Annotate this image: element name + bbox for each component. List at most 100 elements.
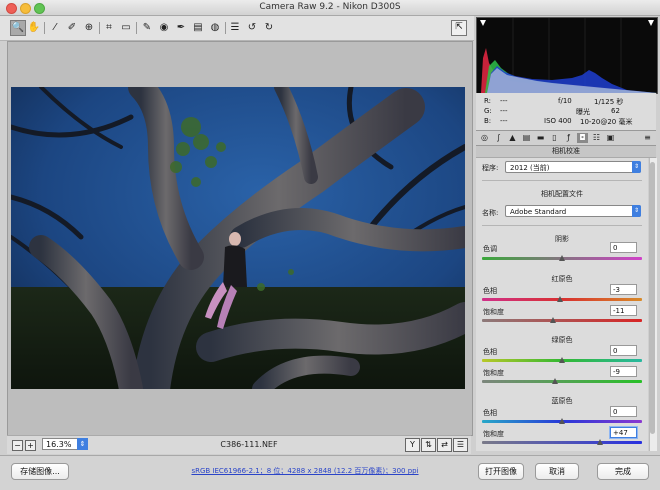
lens-value: 10-20@20 毫米 bbox=[580, 118, 633, 126]
process-label: 程序: bbox=[482, 164, 499, 172]
red-eye-tool-icon[interactable]: ◉ bbox=[157, 21, 171, 35]
profile-select[interactable]: Adobe Standard bbox=[505, 205, 641, 217]
toggle-view-icon[interactable]: ☰ bbox=[453, 438, 468, 452]
adjustment-brush-tool-icon[interactable]: ✒ bbox=[174, 21, 188, 35]
green-hue-label: 色相 bbox=[483, 348, 497, 356]
graduated-filter-tool-icon[interactable]: ▤ bbox=[191, 21, 205, 35]
red-label: R: bbox=[484, 97, 492, 105]
tree-photo-image bbox=[11, 87, 465, 389]
profile-dropdown-icon[interactable]: ⇕ bbox=[632, 205, 641, 217]
photo-preview[interactable] bbox=[11, 87, 465, 389]
red-saturation-value[interactable]: -11 bbox=[610, 305, 637, 316]
open-image-button[interactable]: 打开图像 bbox=[478, 463, 524, 480]
zoom-out-button[interactable]: − bbox=[12, 440, 23, 451]
toolbar-separator bbox=[225, 22, 226, 34]
file-name: C386-111.NEF bbox=[220, 440, 278, 449]
hand-tool-icon[interactable]: ✋ bbox=[27, 21, 41, 35]
exposure-label: 曝光 bbox=[576, 108, 590, 116]
snapshots-tab-icon[interactable]: ▣ bbox=[605, 133, 616, 143]
zoom-dropdown-icon[interactable]: ⇕ bbox=[77, 438, 88, 450]
green-value: --- bbox=[500, 107, 508, 115]
toolbar-separator bbox=[44, 22, 45, 34]
swap-settings-icon[interactable]: ⇄ bbox=[437, 438, 452, 452]
blue-saturation-slider-thumb[interactable] bbox=[596, 439, 603, 445]
basic-tab-icon[interactable]: ◎ bbox=[479, 133, 490, 143]
process-dropdown-icon[interactable]: ⇕ bbox=[632, 161, 641, 173]
name-label: 名称: bbox=[482, 209, 499, 217]
divider bbox=[482, 225, 642, 226]
blue-saturation-value[interactable]: +47 bbox=[610, 427, 637, 438]
shadows-tint-label: 色调 bbox=[483, 245, 497, 253]
red-value: --- bbox=[500, 97, 508, 105]
preferences-tool-icon[interactable]: ☰ bbox=[228, 21, 242, 35]
preview-status-bar: − + 16.3% ⇕ C386-111.NEF Y ⇅ ⇄ ☰ bbox=[7, 435, 471, 454]
split-toning-tab-icon[interactable]: ▬ bbox=[535, 133, 546, 143]
camera-calibration-tab-icon[interactable]: ◘ bbox=[577, 133, 588, 143]
divider bbox=[482, 180, 642, 181]
detail-tab-icon[interactable]: ▲ bbox=[507, 133, 518, 143]
histogram-graph bbox=[480, 18, 657, 93]
cancel-button[interactable]: 取消 bbox=[535, 463, 579, 480]
white-balance-tool-icon[interactable]: ⁄ bbox=[48, 21, 62, 35]
panel-tabs: ◎ ∫ ▲ ▤ ▬ ▯ ƒ ◘ ☷ ▣ ≡ bbox=[476, 131, 656, 146]
red-saturation-label: 饱和度 bbox=[483, 308, 504, 316]
red-hue-label: 色相 bbox=[483, 287, 497, 295]
red-saturation-slider[interactable] bbox=[482, 319, 642, 322]
presets-tab-icon[interactable]: ☷ bbox=[591, 133, 602, 143]
toolbar-separator bbox=[99, 22, 100, 34]
shadows-tint-slider-thumb[interactable] bbox=[559, 255, 565, 261]
green-hue-value[interactable]: 0 bbox=[610, 345, 637, 356]
blue-saturation-label: 饱和度 bbox=[483, 430, 504, 438]
green-hue-slider-thumb[interactable] bbox=[559, 357, 565, 363]
exposure-value: 62 bbox=[611, 107, 620, 115]
bottom-bar: 存储图像... sRGB IEC61966-2.1；8 位；4288 x 284… bbox=[0, 455, 660, 490]
panel-menu-icon[interactable]: ≡ bbox=[642, 133, 653, 143]
effects-tab-icon[interactable]: ƒ bbox=[563, 133, 574, 143]
before-after-icon[interactable]: ⇅ bbox=[421, 438, 436, 452]
shutter-value: 1/125 秒 bbox=[594, 98, 624, 106]
straighten-tool-icon[interactable]: ▭ bbox=[119, 21, 133, 35]
histogram bbox=[476, 17, 658, 94]
blue-hue-value[interactable]: 0 bbox=[610, 406, 637, 417]
blue-value: --- bbox=[500, 117, 508, 125]
hsl-tab-icon[interactable]: ▤ bbox=[521, 133, 532, 143]
green-saturation-slider[interactable] bbox=[482, 380, 642, 383]
blue-hue-label: 色相 bbox=[483, 409, 497, 417]
blue-saturation-slider[interactable] bbox=[482, 441, 642, 444]
zoom-in-button[interactable]: + bbox=[25, 440, 36, 451]
color-sampler-tool-icon[interactable]: ✐ bbox=[65, 21, 79, 35]
radial-filter-tool-icon[interactable]: ◍ bbox=[208, 21, 222, 35]
red-hue-value[interactable]: -3 bbox=[610, 284, 637, 295]
shadows-tint-value[interactable]: 0 bbox=[610, 242, 637, 253]
iso-value: ISO 400 bbox=[544, 117, 572, 125]
red-primary-section-title: 红原色 bbox=[551, 275, 573, 283]
green-saturation-slider-thumb[interactable] bbox=[551, 378, 558, 384]
process-select[interactable]: 2012 (当前) bbox=[505, 161, 641, 173]
filter-icon[interactable]: Y bbox=[405, 438, 420, 452]
done-button[interactable]: 完成 bbox=[597, 463, 649, 480]
green-saturation-value[interactable]: -9 bbox=[610, 366, 637, 377]
panel-title: 相机校准 bbox=[476, 146, 656, 158]
fullscreen-toggle-icon[interactable]: ⇱ bbox=[451, 20, 467, 36]
lens-corrections-tab-icon[interactable]: ▯ bbox=[549, 133, 560, 143]
red-saturation-slider-thumb[interactable] bbox=[550, 317, 557, 323]
green-saturation-label: 饱和度 bbox=[483, 369, 504, 377]
rotate-ccw-icon[interactable]: ↺ bbox=[245, 21, 259, 35]
red-hue-slider-thumb[interactable] bbox=[556, 296, 563, 302]
title-bar: Camera Raw 9.2 - Nikon D300S bbox=[0, 0, 660, 16]
spot-removal-tool-icon[interactable]: ✎ bbox=[140, 21, 154, 35]
green-label: G: bbox=[484, 107, 492, 115]
toolbar: 🔍 ✋ ⁄ ✐ ⊕ ⌗ ▭ ✎ ◉ ✒ ▤ ◍ ☰ ↺ ↻ bbox=[0, 16, 474, 41]
panel-scrollbar-thumb[interactable] bbox=[650, 162, 655, 434]
rotate-cw-icon[interactable]: ↻ bbox=[262, 21, 276, 35]
workflow-options-link[interactable]: sRGB IEC61966-2.1；8 位；4288 x 2848 (12.2 … bbox=[185, 466, 425, 476]
save-image-button[interactable]: 存储图像... bbox=[11, 463, 69, 480]
blue-label: B: bbox=[484, 117, 492, 125]
targeted-adjustment-tool-icon[interactable]: ⊕ bbox=[82, 21, 96, 35]
zoom-tool-icon[interactable]: 🔍 bbox=[10, 20, 26, 36]
crop-tool-icon[interactable]: ⌗ bbox=[102, 21, 116, 35]
blue-hue-slider-thumb[interactable] bbox=[559, 418, 565, 424]
aperture-value: f/10 bbox=[558, 97, 572, 105]
shadow-clipping-icon bbox=[480, 20, 486, 26]
tone-curve-tab-icon[interactable]: ∫ bbox=[493, 133, 504, 143]
